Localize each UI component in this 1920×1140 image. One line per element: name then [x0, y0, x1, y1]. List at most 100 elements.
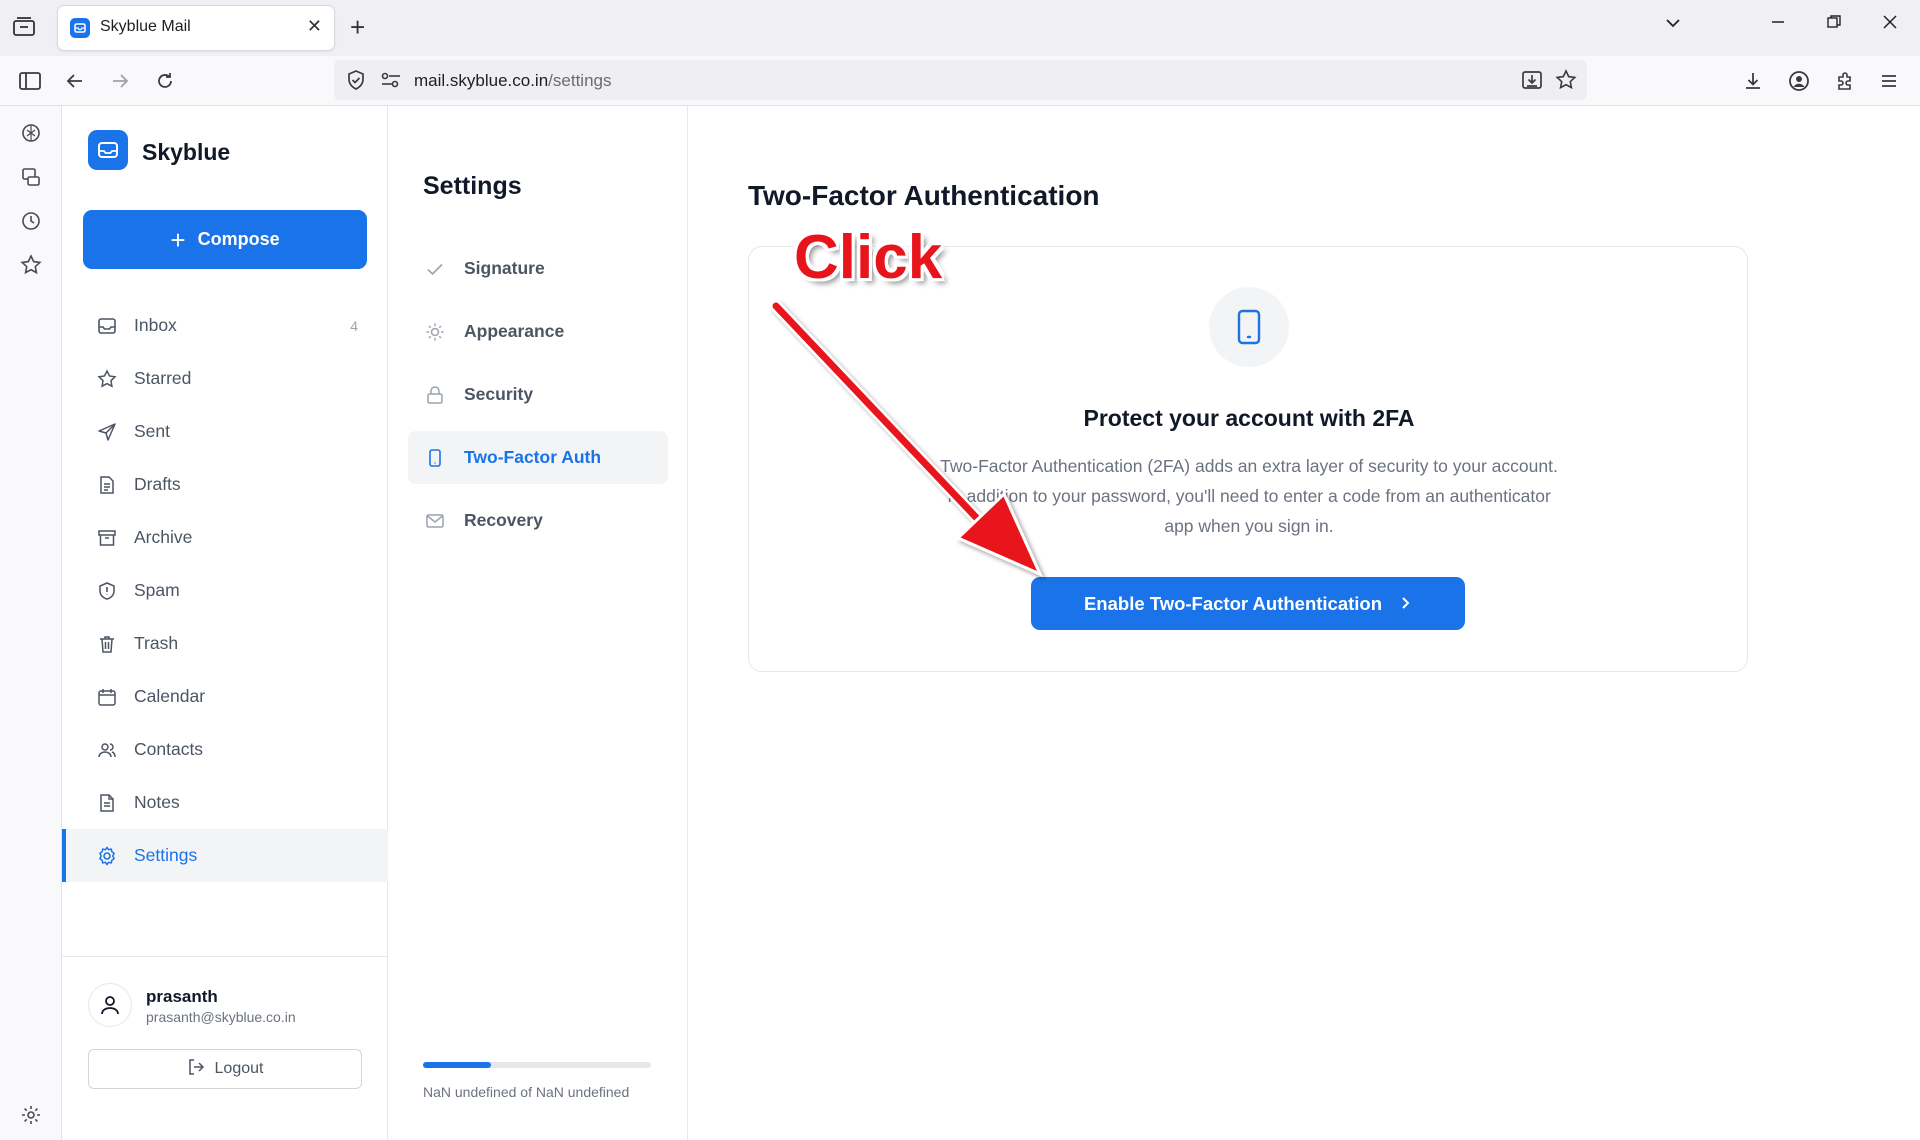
trash-icon	[96, 633, 118, 655]
tab-title: Skyblue Mail	[100, 18, 191, 35]
customize-gear-icon[interactable]	[18, 1102, 44, 1128]
browser-tab[interactable]: Skyblue Mail ✕	[58, 6, 334, 50]
two-factor-card: Protect your account with 2FA Two-Factor…	[748, 246, 1748, 672]
url-text[interactable]: mail.skyblue.co.in/settings	[414, 71, 611, 91]
settings-item-label: Appearance	[464, 321, 565, 341]
folder-label: Contacts	[134, 739, 204, 759]
downloads-icon[interactable]	[1740, 68, 1766, 94]
browser-tab-bar: Skyblue Mail ✕ +	[0, 0, 1920, 56]
settings-item-recovery[interactable]: Recovery	[408, 494, 668, 547]
archive-icon	[96, 527, 118, 549]
send-icon	[96, 421, 118, 443]
folder-label: Starred	[134, 368, 192, 388]
settings-item-security[interactable]: Security	[408, 368, 668, 421]
extensions-icon[interactable]	[1832, 68, 1858, 94]
card-heading: Protect your account with 2FA	[1083, 405, 1415, 431]
shield-check-icon[interactable]	[345, 69, 367, 96]
phone-icon	[1209, 287, 1289, 367]
logout-button[interactable]: Logout	[88, 1049, 362, 1089]
browser-sidebar	[0, 106, 62, 1140]
compose-label: Compose	[197, 229, 280, 249]
logout-icon	[187, 1058, 205, 1081]
site-permissions-icon[interactable]	[380, 70, 402, 95]
folder-label: Calendar	[134, 686, 206, 706]
chevron-right-icon	[1400, 593, 1412, 615]
avatar[interactable]	[88, 983, 132, 1027]
settings-item-appearance[interactable]: Appearance	[408, 305, 668, 358]
sidebar-item-calendar[interactable]: Calendar	[62, 670, 388, 723]
mail-sidebar: Skyblue + Compose Inbox 4 Starred Sent D…	[62, 106, 388, 1140]
sidebar-item-drafts[interactable]: Drafts	[62, 458, 388, 511]
brand-name: Skyblue	[142, 139, 231, 165]
new-tab-button[interactable]: +	[350, 12, 365, 42]
folder-label: Settings	[134, 845, 198, 865]
address-bar[interactable]: mail.skyblue.co.in/settings	[334, 60, 1587, 100]
close-tab-icon[interactable]: ✕	[307, 16, 322, 37]
enable-2fa-label: Enable Two-Factor Authentication	[1083, 592, 1383, 614]
settings-item-label: Recovery	[464, 510, 543, 530]
close-window-button[interactable]	[1882, 14, 1898, 35]
logout-label: Logout	[214, 1060, 264, 1077]
folder-label: Notes	[134, 792, 180, 812]
account-icon[interactable]	[1786, 68, 1812, 94]
settings-item-label: Signature	[464, 258, 545, 278]
sidebar-item-inbox[interactable]: Inbox 4	[62, 299, 388, 352]
sun-icon	[424, 321, 446, 343]
minimize-button[interactable]	[1770, 14, 1786, 35]
sidebar-item-notes[interactable]: Notes	[62, 776, 388, 829]
sidebar-toggle-icon[interactable]	[17, 68, 43, 94]
tab-list-icon[interactable]	[12, 16, 38, 40]
draft-icon	[96, 474, 118, 496]
ai-chatbot-icon[interactable]	[18, 120, 44, 146]
chevron-down-icon[interactable]	[1664, 14, 1682, 37]
compose-button[interactable]: + Compose	[83, 210, 367, 269]
user-panel: prasanth prasanth@skyblue.co.in Logout	[62, 956, 388, 1140]
sidebar-item-trash[interactable]: Trash	[62, 617, 388, 670]
bookmark-star-icon[interactable]	[1555, 69, 1577, 96]
sidebar-item-starred[interactable]: Starred	[62, 352, 388, 405]
sidebar-item-spam[interactable]: Spam	[62, 564, 388, 617]
sidebar-item-settings[interactable]: Settings	[62, 829, 388, 882]
phone-icon	[424, 447, 446, 469]
settings-menu: Signature Appearance Security Two-Factor…	[408, 242, 668, 557]
card-description: Two-Factor Authentication (2FA) adds an …	[940, 456, 1558, 536]
shield-icon	[96, 580, 118, 602]
settings-item-label: Security	[464, 384, 534, 404]
page-title: Two-Factor Authentication	[748, 180, 1100, 211]
settings-item-label: Two-Factor Auth	[464, 447, 602, 467]
browser-nav-bar: mail.skyblue.co.in/settings	[0, 56, 1920, 106]
history-icon[interactable]	[18, 208, 44, 234]
folder-label: Archive	[134, 527, 193, 547]
check-icon	[424, 258, 446, 280]
folder-label: Inbox	[134, 315, 177, 335]
folder-list: Inbox 4 Starred Sent Drafts Archive Spam…	[62, 299, 388, 882]
gear-icon	[96, 845, 118, 867]
restore-button[interactable]	[1826, 14, 1842, 35]
settings-title: Settings	[423, 172, 522, 200]
star-icon	[96, 368, 118, 390]
enable-2fa-button[interactable]: Enable Two-Factor Authentication	[1031, 577, 1465, 630]
storage-progress-bar	[423, 1062, 651, 1068]
plus-icon: +	[170, 224, 186, 255]
sidebar-item-sent[interactable]: Sent	[62, 405, 388, 458]
settings-item-signature[interactable]: Signature	[408, 242, 668, 295]
back-icon[interactable]	[62, 68, 88, 94]
reload-icon[interactable]	[152, 68, 178, 94]
save-page-icon[interactable]	[1521, 69, 1543, 96]
menu-icon[interactable]	[1876, 68, 1902, 94]
lock-icon	[424, 384, 446, 406]
settings-item-two-factor[interactable]: Two-Factor Auth	[408, 431, 668, 484]
sidebar-item-archive[interactable]: Archive	[62, 511, 388, 564]
sidebar-item-contacts[interactable]: Contacts	[62, 723, 388, 776]
folder-label: Trash	[134, 633, 179, 653]
synced-tabs-icon[interactable]	[18, 164, 44, 190]
folder-label: Spam	[134, 580, 180, 600]
brand-logo-icon	[88, 130, 128, 170]
settings-nav: Settings Signature Appearance Security T…	[388, 106, 688, 1140]
user-email: prasanth@skyblue.co.in	[146, 1009, 296, 1025]
notes-icon	[96, 792, 118, 814]
bookmarks-icon[interactable]	[18, 252, 44, 278]
forward-icon[interactable]	[107, 68, 133, 94]
calendar-icon	[96, 686, 118, 708]
favicon-icon	[70, 18, 90, 38]
